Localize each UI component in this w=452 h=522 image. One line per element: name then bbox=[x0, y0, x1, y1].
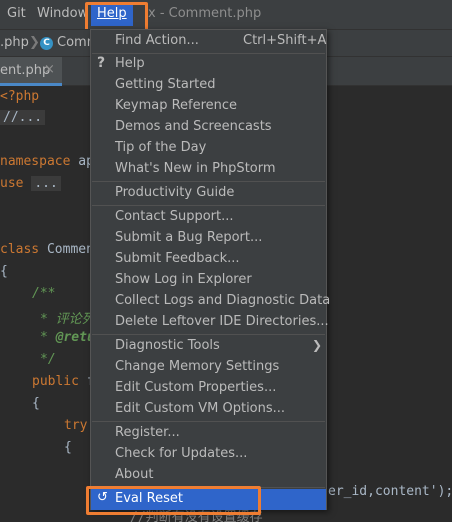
menu-item-check-updates[interactable]: Check for Updates... bbox=[91, 444, 326, 465]
code-token: /** bbox=[32, 286, 56, 301]
menu-item-label: Help bbox=[115, 56, 145, 71]
close-icon[interactable]: × bbox=[44, 62, 55, 77]
menu-item-collect-logs[interactable]: Collect Logs and Diagnostic Data bbox=[91, 291, 330, 312]
menu-item-submit-feedback[interactable]: Submit Feedback... bbox=[91, 249, 326, 270]
menu-item-edit-properties[interactable]: Edit Custom Properties... bbox=[91, 378, 326, 399]
menu-item-label: Tip of the Day bbox=[115, 140, 207, 155]
code-line: public f bbox=[32, 374, 95, 389]
code-line: */ bbox=[40, 352, 56, 367]
code-line: <?php bbox=[0, 89, 39, 104]
menu-item-label: Find Action... bbox=[115, 33, 199, 48]
menu-item-label: Check for Updates... bbox=[115, 446, 248, 461]
menu-item-show-log[interactable]: Show Log in Explorer bbox=[91, 270, 326, 291]
menu-bar: Git Window Help x - Comment.php bbox=[0, 0, 452, 29]
code-token: */ bbox=[40, 352, 56, 367]
menu-item-about[interactable]: About bbox=[91, 465, 326, 486]
menu-item-diagnostic-tools[interactable]: Diagnostic Tools ❯ bbox=[91, 336, 326, 357]
chevron-right-icon: ❯ bbox=[312, 338, 323, 352]
folded-region[interactable]: //... bbox=[0, 110, 46, 125]
menu-separator bbox=[92, 181, 325, 182]
menu-item-label: Productivity Guide bbox=[115, 185, 235, 200]
code-token: 评论列 bbox=[55, 312, 95, 327]
code-line: { bbox=[32, 396, 40, 411]
folded-region[interactable]: ... bbox=[31, 176, 61, 191]
code-token: class bbox=[0, 242, 40, 257]
menu-item-label: Register... bbox=[115, 425, 180, 440]
menu-separator bbox=[92, 421, 325, 422]
menu-item-keymap-reference[interactable]: Keymap Reference bbox=[91, 96, 326, 117]
menu-item-label: Submit a Bug Report... bbox=[115, 230, 263, 245]
menu-item-label: Show Log in Explorer bbox=[115, 272, 252, 287]
menu-item-label: Diagnostic Tools bbox=[115, 338, 220, 353]
code-line: /** bbox=[32, 286, 55, 301]
menu-item-contact-support[interactable]: Contact Support... bbox=[91, 207, 326, 228]
tab-label: ent.php bbox=[0, 63, 51, 78]
menu-item-getting-started[interactable]: Getting Started bbox=[91, 75, 326, 96]
menu-item-edit-vm-options[interactable]: Edit Custom VM Options... bbox=[91, 399, 326, 420]
shortcut-label: Ctrl+Shift+A bbox=[243, 33, 327, 48]
menu-item-tip-of-day[interactable]: Tip of the Day bbox=[91, 138, 326, 159]
code-token: @retu bbox=[55, 330, 95, 345]
menu-item-label: Collect Logs and Diagnostic Data bbox=[115, 293, 331, 308]
menu-item-label: Edit Custom VM Options... bbox=[115, 401, 286, 416]
code-line: use ... bbox=[0, 176, 61, 191]
menu-item-label: Delete Leftover IDE Directories... bbox=[115, 314, 329, 329]
menu-item-label: Submit Feedback... bbox=[115, 251, 240, 266]
code-line: er_id,content'); bbox=[328, 484, 452, 499]
code-line: * 评论列 bbox=[40, 308, 95, 327]
window-title: x - Comment.php bbox=[148, 6, 262, 21]
code-token: * bbox=[40, 330, 56, 345]
code-line: namespace ap bbox=[0, 154, 94, 169]
code-token: public bbox=[32, 374, 79, 389]
code-line: * @retu bbox=[40, 330, 95, 345]
code-line: try bbox=[64, 418, 87, 433]
menu-item-register[interactable]: Register... bbox=[91, 423, 326, 444]
code-token: try bbox=[64, 418, 88, 433]
menu-item-productivity-guide[interactable]: Productivity Guide bbox=[91, 183, 326, 204]
menu-item-label: Getting Started bbox=[115, 77, 216, 92]
menu-separator bbox=[92, 205, 325, 206]
menu-item-submit-bug[interactable]: Submit a Bug Report... bbox=[91, 228, 326, 249]
code-line: //... bbox=[0, 110, 46, 125]
menu-item-label: What's New in PhpStorm bbox=[115, 161, 276, 176]
eval-reset-highlight-box bbox=[86, 486, 261, 515]
code-token: { bbox=[64, 440, 72, 455]
code-line: { bbox=[64, 440, 72, 455]
menu-window[interactable]: Window bbox=[37, 6, 88, 21]
menu-item-delete-leftover[interactable]: Delete Leftover IDE Directories... bbox=[91, 312, 329, 333]
menu-item-whats-new[interactable]: What's New in PhpStorm bbox=[91, 159, 326, 180]
code-token: { bbox=[32, 396, 40, 411]
chevron-right-icon: ❯ bbox=[29, 35, 40, 50]
question-icon: ? bbox=[97, 55, 106, 71]
code-token: use bbox=[0, 176, 24, 191]
help-menu: Find Action... Ctrl+Shift+A ? Help Getti… bbox=[90, 29, 330, 510]
menu-item-label: Demos and Screencasts bbox=[115, 119, 272, 134]
breadcrumb-file[interactable]: .php bbox=[0, 35, 29, 50]
code-token: namespace bbox=[0, 154, 71, 169]
menu-item-label: Edit Custom Properties... bbox=[115, 380, 277, 395]
code-token: er_id,content'); bbox=[328, 484, 452, 499]
menu-item-label: Contact Support... bbox=[115, 209, 234, 224]
tab-comment-php[interactable]: ent.php × bbox=[0, 57, 62, 86]
menu-item-label: Change Memory Settings bbox=[115, 359, 280, 374]
menu-item-find-action[interactable]: Find Action... Ctrl+Shift+A bbox=[91, 31, 326, 52]
code-token: <?php bbox=[0, 89, 40, 104]
code-token: * bbox=[40, 312, 56, 327]
code-token: Commen bbox=[39, 242, 94, 257]
menu-separator bbox=[92, 334, 325, 335]
code-line: { bbox=[0, 264, 8, 279]
menu-git[interactable]: Git bbox=[7, 6, 26, 21]
menu-item-help[interactable]: ? Help bbox=[91, 54, 326, 75]
menu-item-change-memory[interactable]: Change Memory Settings bbox=[91, 357, 326, 378]
menu-item-label: Keymap Reference bbox=[115, 98, 238, 113]
menu-item-demos[interactable]: Demos and Screencasts bbox=[91, 117, 326, 138]
menu-item-label: About bbox=[115, 467, 154, 482]
code-token: { bbox=[0, 264, 8, 279]
class-icon: C bbox=[40, 37, 53, 50]
code-line: class Commen bbox=[0, 242, 94, 257]
